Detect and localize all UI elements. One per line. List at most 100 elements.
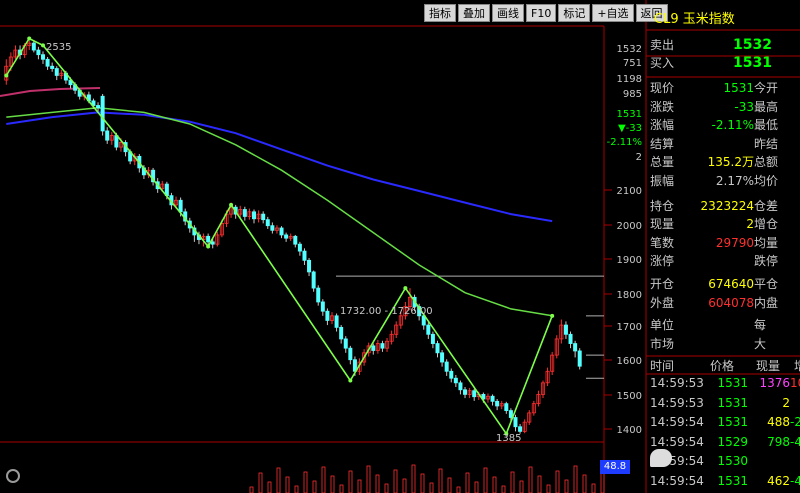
candle-body [348, 347, 353, 361]
quote-panel: CL9 玉米指数 卖出 1532 买入 1531 现价 1531 今开 涨跌 -33 最高… [646, 0, 800, 493]
watermark [650, 446, 676, 468]
stat-label: 涨跌 [650, 99, 675, 114]
tick-row[interactable]: 14:59:53 1531 137610 [650, 374, 800, 393]
buy-label: 买入 [650, 56, 675, 70]
candle-body [261, 213, 266, 221]
stat-label: 单位 [650, 318, 675, 333]
candle-body [96, 105, 101, 109]
stat-value: 604078 [708, 295, 754, 310]
candle-body [325, 310, 330, 321]
ma-long-line [6, 111, 553, 223]
y-axis-label: 1400 [617, 425, 642, 436]
stat-label: 振幅 [650, 174, 675, 188]
stat-label-secondary: 均量 [754, 235, 779, 250]
tick-row[interactable]: 14:59:53 1531 2 [650, 394, 800, 413]
stat-value: 2323224 [700, 198, 754, 213]
tick-time: 14:59:54 [650, 415, 704, 430]
tick-header-time: 时间 [650, 359, 675, 373]
volume-bar [510, 471, 515, 493]
volume-bar [555, 470, 560, 493]
volume-bar [501, 485, 506, 493]
y-axis-label: ▼-33 [618, 123, 642, 134]
ma-mid-line [6, 107, 553, 317]
sell-quote: 卖出 1532 [650, 36, 800, 54]
candle-body [293, 235, 298, 245]
stat-label: 总量 [650, 155, 675, 170]
volume-bar [258, 472, 263, 493]
candle-body [311, 271, 316, 289]
candle-body [242, 209, 247, 217]
zigzag-point [550, 313, 555, 318]
volume-bar [582, 474, 587, 493]
y-axis-label: 1700 [617, 322, 642, 333]
tick-header-change: 增 [794, 357, 800, 374]
candle-body [320, 301, 325, 312]
stat-row: 振幅 2.17% 均价 [650, 172, 800, 190]
volume-bar [429, 482, 434, 493]
candle-body [206, 235, 211, 243]
buy-quote: 买入 1531 [650, 54, 800, 72]
stat-label-secondary: 每 [754, 318, 767, 333]
candle-body [36, 49, 41, 56]
stat-label-secondary: 最高 [754, 99, 779, 114]
candle-body [371, 345, 376, 351]
tick-volume: 1376 [759, 376, 790, 390]
draw-line-button[interactable]: 画线 [492, 4, 524, 22]
tick-price: 1531 [717, 415, 748, 430]
candle-body [573, 343, 578, 352]
stat-value: 1531 [723, 81, 754, 95]
indicator-button[interactable]: 指标 [424, 4, 456, 22]
add-watchlist-button[interactable]: +自选 [592, 4, 634, 22]
zigzag-point [229, 202, 234, 207]
tick-price: 1531 [717, 395, 748, 410]
volume-bar [528, 466, 533, 493]
candle-body [297, 243, 302, 252]
volume-bar [339, 484, 344, 493]
tick-header-volume: 现量 [756, 359, 781, 373]
stat-label-secondary: 平仓 [754, 277, 779, 291]
chart-annotation: 2535 [46, 42, 71, 53]
stat-label: 外盘 [650, 295, 675, 310]
tick-row[interactable]: 14:59:54 1531 488 -2 [650, 413, 800, 432]
stat-label-secondary: 最低 [754, 118, 779, 133]
volume-bar [303, 471, 308, 493]
candle-body [513, 417, 518, 428]
stat-row: 涨幅 -2.11% 最低 [650, 116, 800, 134]
mark-button[interactable]: 标记 [558, 4, 591, 22]
candle-body [458, 382, 463, 391]
volume-bar [411, 464, 416, 493]
volume-bar [519, 480, 524, 493]
stat-label-secondary: 跌停 [754, 254, 779, 269]
wechat-icon [650, 448, 672, 467]
tick-volume: 488 [767, 415, 790, 430]
tick-change: -4 [790, 434, 800, 449]
tick-change: 10 [790, 376, 800, 390]
tick-header-price: 价格 [710, 359, 735, 373]
stat-label: 持仓 [650, 198, 675, 213]
candle-body [40, 54, 45, 60]
zigzag-point [206, 244, 211, 249]
y-axis-label: 1198 [617, 74, 642, 85]
zigzag-point [27, 36, 32, 41]
candle-body [504, 403, 509, 411]
stat-label-secondary: 今开 [754, 81, 779, 95]
tick-price: 1531 [717, 474, 748, 488]
volume-bar [348, 470, 353, 493]
overlay-button[interactable]: 叠加 [458, 4, 490, 22]
stat-label: 开仓 [650, 277, 675, 291]
stat-value: 2.17% [715, 174, 754, 188]
chart-annotation: 1385 [496, 433, 521, 444]
y-axis-label: 1600 [617, 356, 642, 367]
candle-body [265, 219, 270, 227]
y-axis-label: 1500 [617, 391, 642, 402]
zigzag-point [403, 286, 408, 291]
stat-row: 涨跌 -33 最高 [650, 98, 800, 116]
candle-body [270, 225, 275, 231]
f10-button[interactable]: F10 [526, 4, 557, 22]
tick-row[interactable]: 14:59:54 1531 462 -4 [650, 472, 800, 491]
candle-body [284, 234, 289, 239]
candle-body [50, 65, 55, 69]
candle-body [339, 326, 344, 340]
stat-value: 674640 [708, 277, 754, 291]
candle-body [440, 352, 445, 363]
